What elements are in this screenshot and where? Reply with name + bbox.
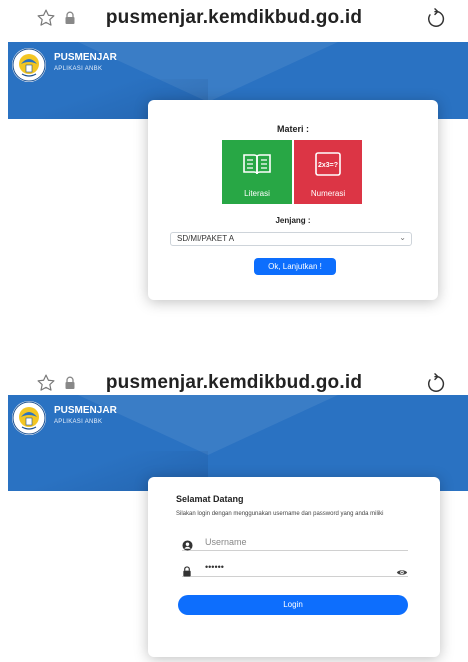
url-text[interactable]: pusmenjar.kemdikbud.go.id bbox=[0, 372, 468, 394]
eye-icon[interactable] bbox=[396, 564, 408, 582]
username-field[interactable]: Username bbox=[182, 535, 408, 551]
math-formula-icon: 2x3=? bbox=[315, 152, 341, 178]
user-icon bbox=[182, 538, 193, 556]
svg-text:2x3=?: 2x3=? bbox=[318, 162, 338, 169]
brand-subtitle: APLIKASI ANBK bbox=[54, 66, 103, 72]
login-screen: pusmenjar.kemdikbud.go.id PUSMENJAR APLI… bbox=[0, 365, 468, 662]
url-text[interactable]: pusmenjar.kemdikbud.go.id bbox=[0, 7, 468, 29]
jenjang-select[interactable]: SD/MI/PAKET A ⌄ bbox=[170, 232, 412, 246]
welcome-heading: Selamat Datang bbox=[176, 494, 244, 504]
jenjang-selection-screen: pusmenjar.kemdikbud.go.id PUSMENJAR APLI… bbox=[0, 0, 468, 330]
password-input[interactable]: •••••• bbox=[205, 562, 224, 572]
password-field[interactable]: •••••• bbox=[182, 561, 408, 577]
literasi-label: Literasi bbox=[244, 189, 270, 198]
login-button[interactable]: Login bbox=[178, 595, 408, 615]
materi-heading: Materi : bbox=[276, 124, 309, 134]
brand-subtitle: APLIKASI ANBK bbox=[54, 419, 103, 425]
book-icon bbox=[242, 152, 272, 178]
username-input[interactable]: Username bbox=[205, 537, 247, 547]
chevron-down-icon: ⌄ bbox=[399, 233, 406, 242]
literasi-tile[interactable]: Literasi bbox=[222, 140, 292, 204]
jenjang-heading: Jenjang : bbox=[275, 216, 311, 225]
login-instructions: Silakan login dengan menggunakan usernam… bbox=[176, 511, 384, 517]
numerasi-tile[interactable]: 2x3=? Numerasi bbox=[294, 140, 362, 204]
lock-icon bbox=[182, 564, 192, 582]
tut-wuri-handayani-logo bbox=[12, 401, 46, 435]
ok-lanjutkan-button[interactable]: Ok, Lanjutkan ! bbox=[254, 258, 336, 275]
materi-card: Materi : Literasi 2x3=? Numerasi Jenjang… bbox=[148, 100, 438, 300]
jenjang-select-value: SD/MI/PAKET A bbox=[177, 234, 235, 243]
reload-icon[interactable] bbox=[424, 8, 446, 35]
numerasi-label: Numerasi bbox=[310, 189, 346, 198]
brand-title: PUSMENJAR bbox=[54, 52, 117, 63]
brand-title: PUSMENJAR bbox=[54, 405, 117, 416]
login-card: Selamat Datang Silakan login dengan meng… bbox=[148, 477, 440, 657]
tut-wuri-handayani-logo bbox=[12, 48, 46, 82]
browser-address-bar: pusmenjar.kemdikbud.go.id bbox=[0, 0, 468, 38]
